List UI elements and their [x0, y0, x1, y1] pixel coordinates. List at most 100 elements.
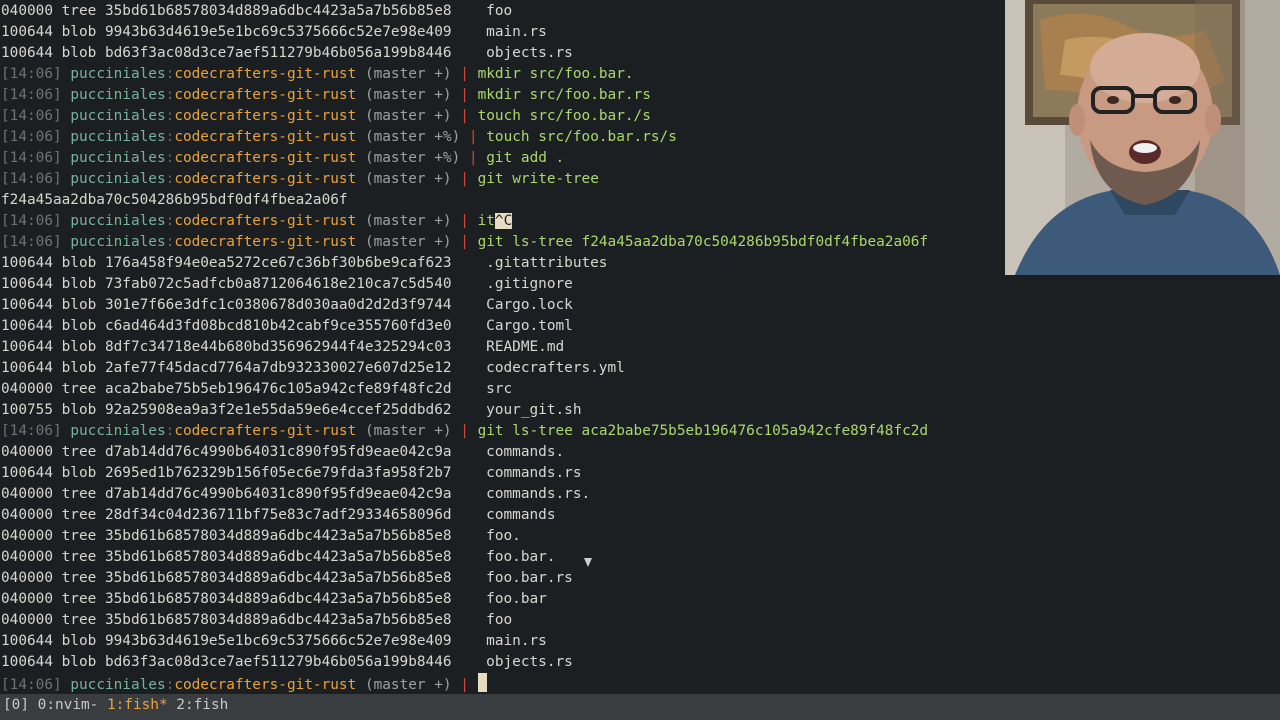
- output-line: 100644 blob 2695ed1b762329b156f05ec6e79f…: [1, 463, 1280, 484]
- prompt-branch: (master +): [364, 234, 452, 250]
- output-text: 100644 blob 176a458f94e0ea5272ce67c36bf3…: [1, 255, 608, 271]
- output-line: 100644 blob 8df7c34718e44b680bd356962944…: [1, 337, 1280, 358]
- tmux-window-tab[interactable]: 2:fish: [168, 697, 228, 713]
- output-text: 040000 tree 35bd61b68578034d889a6dbc4423…: [1, 549, 556, 565]
- prompt-branch: (master +): [364, 423, 452, 439]
- tmux-window-tab[interactable]: 0:nvim-: [29, 697, 99, 713]
- prompt-user: pucciniales: [70, 108, 166, 124]
- prompt-timestamp: [14:06]: [1, 171, 62, 187]
- output-text: 040000 tree 35bd61b68578034d889a6dbc4423…: [1, 612, 513, 628]
- tmux-status-bar: [0] 0:nvim- 1:fish* 2:fish: [0, 694, 1280, 720]
- output-text: 040000 tree d7ab14dd76c4990b64031c890f95…: [1, 486, 591, 502]
- tmux-window-list: 0:nvim- 1:fish* 2:fish: [29, 697, 229, 713]
- output-text: 100644 blob bd63f3ac08d3ce7aef511279b46b…: [1, 45, 573, 61]
- prompt-timestamp: [14:06]: [1, 677, 62, 693]
- prompt-branch: (master +): [364, 213, 452, 229]
- prompt-timestamp: [14:06]: [1, 234, 62, 250]
- output-text: 040000 tree aca2babe75b5eb196476c105a942…: [1, 381, 513, 397]
- webcam-overlay: [1005, 0, 1280, 275]
- output-line: 100644 blob c6ad464d3fd08bcd810b42cabf9c…: [1, 316, 1280, 337]
- terminal-cursor: [477, 673, 487, 692]
- output-line: 040000 tree 35bd61b68578034d889a6dbc4423…: [1, 589, 1280, 610]
- prompt-timestamp: [14:06]: [1, 87, 62, 103]
- output-line: 040000 tree 35bd61b68578034d889a6dbc4423…: [1, 610, 1280, 631]
- output-line: 040000 tree 28df34c04d236711bf75e83c7adf…: [1, 505, 1280, 526]
- output-text: 100644 blob c6ad464d3fd08bcd810b42cabf9c…: [1, 318, 573, 334]
- output-line: 040000 tree aca2babe75b5eb196476c105a942…: [1, 379, 1280, 400]
- output-text: 100644 blob 8df7c34718e44b680bd356962944…: [1, 339, 565, 355]
- prompt-timestamp: [14:06]: [1, 150, 62, 166]
- output-text: 100644 blob 301e7f66e3dfc1c0380678d030aa…: [1, 297, 573, 313]
- output-text: 100644 blob bd63f3ac08d3ce7aef511279b46b…: [1, 654, 573, 670]
- output-text: 040000 tree d7ab14dd76c4990b64031c890f95…: [1, 444, 565, 460]
- prompt-command: git write-tree: [477, 171, 599, 187]
- prompt-user: pucciniales: [70, 423, 166, 439]
- prompt-repo: codecrafters-git-rust: [174, 150, 357, 166]
- prompt-repo: codecrafters-git-rust: [174, 213, 357, 229]
- output-line: 040000 tree 35bd61b68578034d889a6dbc4423…: [1, 526, 1280, 547]
- prompt-user: pucciniales: [70, 677, 166, 693]
- output-text: 040000 tree 35bd61b68578034d889a6dbc4423…: [1, 591, 547, 607]
- prompt-branch: (master +): [364, 171, 452, 187]
- prompt-branch: (master +%): [364, 129, 461, 145]
- prompt-command: touch src/foo.bar./s: [477, 108, 651, 124]
- prompt-repo: codecrafters-git-rust: [174, 87, 357, 103]
- output-line: 100755 blob 92a25908ea9a3f2e1e55da59e6e4…: [1, 400, 1280, 421]
- prompt-timestamp: [14:06]: [1, 423, 62, 439]
- output-line: 040000 tree d7ab14dd76c4990b64031c890f95…: [1, 484, 1280, 505]
- tmux-session-label: [0]: [3, 697, 29, 713]
- prompt-repo: codecrafters-git-rust: [174, 677, 357, 693]
- output-line: 100644 blob 9943b63d4619e5e1bc69c5375666…: [1, 631, 1280, 652]
- prompt-repo: codecrafters-git-rust: [174, 171, 357, 187]
- output-text: 040000 tree 35bd61b68578034d889a6dbc4423…: [1, 570, 573, 586]
- output-line: 100644 blob bd63f3ac08d3ce7aef511279b46b…: [1, 652, 1280, 673]
- output-text: 040000 tree 35bd61b68578034d889a6dbc4423…: [1, 3, 513, 19]
- prompt-user: pucciniales: [70, 213, 166, 229]
- prompt-user: pucciniales: [70, 87, 166, 103]
- prompt-user: pucciniales: [70, 234, 166, 250]
- output-text: 040000 tree 28df34c04d236711bf75e83c7adf…: [1, 507, 556, 523]
- output-text: 100644 blob 9943b63d4619e5e1bc69c5375666…: [1, 633, 547, 649]
- prompt-repo: codecrafters-git-rust: [174, 234, 357, 250]
- tmux-window-tab[interactable]: 1:fish*: [98, 697, 168, 713]
- prompt-command: git ls-tree aca2babe75b5eb196476c105a942…: [477, 423, 929, 439]
- prompt-command: it: [477, 213, 495, 229]
- prompt-command: git add .: [486, 150, 565, 166]
- output-line: 100644 blob 73fab072c5adfcb0a8712064618e…: [1, 274, 1280, 295]
- prompt-line: [14:06] pucciniales:codecrafters-git-rus…: [1, 423, 929, 439]
- output-text: 040000 tree 35bd61b68578034d889a6dbc4423…: [1, 528, 521, 544]
- prompt-command: git ls-tree f24a45aa2dba70c504286b95bdf0…: [477, 234, 929, 250]
- prompt-branch: (master +): [364, 66, 452, 82]
- output-line: 040000 tree 35bd61b68578034d889a6dbc4423…: [1, 568, 1280, 589]
- output-line: 100644 blob 301e7f66e3dfc1c0380678d030aa…: [1, 295, 1280, 316]
- prompt-line: [14:06] pucciniales:codecrafters-git-rus…: [1, 673, 1280, 694]
- prompt-user: pucciniales: [70, 171, 166, 187]
- output-text: f24a45aa2dba70c504286b95bdf0df4fbea2a06f: [1, 192, 348, 208]
- prompt-branch: (master +): [364, 108, 452, 124]
- prompt-user: pucciniales: [70, 129, 166, 145]
- presenter-webcam-image: [1005, 0, 1280, 275]
- output-line: 040000 tree 35bd61b68578034d889a6dbc4423…: [1, 547, 1280, 568]
- prompt-timestamp: [14:06]: [1, 108, 62, 124]
- interrupt-marker: ^C: [494, 213, 513, 229]
- prompt-command: touch src/foo.bar.rs/s: [486, 129, 677, 145]
- mouse-pointer-icon: [584, 558, 592, 567]
- prompt-user: pucciniales: [70, 66, 166, 82]
- output-text: 100644 blob 2afe77f45dacd7764a7db9323300…: [1, 360, 625, 376]
- output-line: 100644 blob 2afe77f45dacd7764a7db9323300…: [1, 358, 1280, 379]
- prompt-repo: codecrafters-git-rust: [174, 66, 357, 82]
- prompt-repo: codecrafters-git-rust: [174, 108, 357, 124]
- output-line: 040000 tree d7ab14dd76c4990b64031c890f95…: [1, 442, 1280, 463]
- prompt-timestamp: [14:06]: [1, 66, 62, 82]
- prompt-command: mkdir src/foo.bar.rs: [477, 87, 651, 103]
- prompt-timestamp: [14:06]: [1, 129, 62, 145]
- prompt-command: mkdir src/foo.bar.: [477, 66, 634, 82]
- prompt-timestamp: [14:06]: [1, 213, 62, 229]
- output-text: 100644 blob 2695ed1b762329b156f05ec6e79f…: [1, 465, 582, 481]
- prompt-repo: codecrafters-git-rust: [174, 129, 357, 145]
- output-text: 100644 blob 9943b63d4619e5e1bc69c5375666…: [1, 24, 547, 40]
- prompt-branch: (master +): [364, 87, 452, 103]
- prompt-branch: (master +): [364, 677, 452, 693]
- output-text: 100644 blob 73fab072c5adfcb0a8712064618e…: [1, 276, 573, 292]
- prompt-user: pucciniales: [70, 150, 166, 166]
